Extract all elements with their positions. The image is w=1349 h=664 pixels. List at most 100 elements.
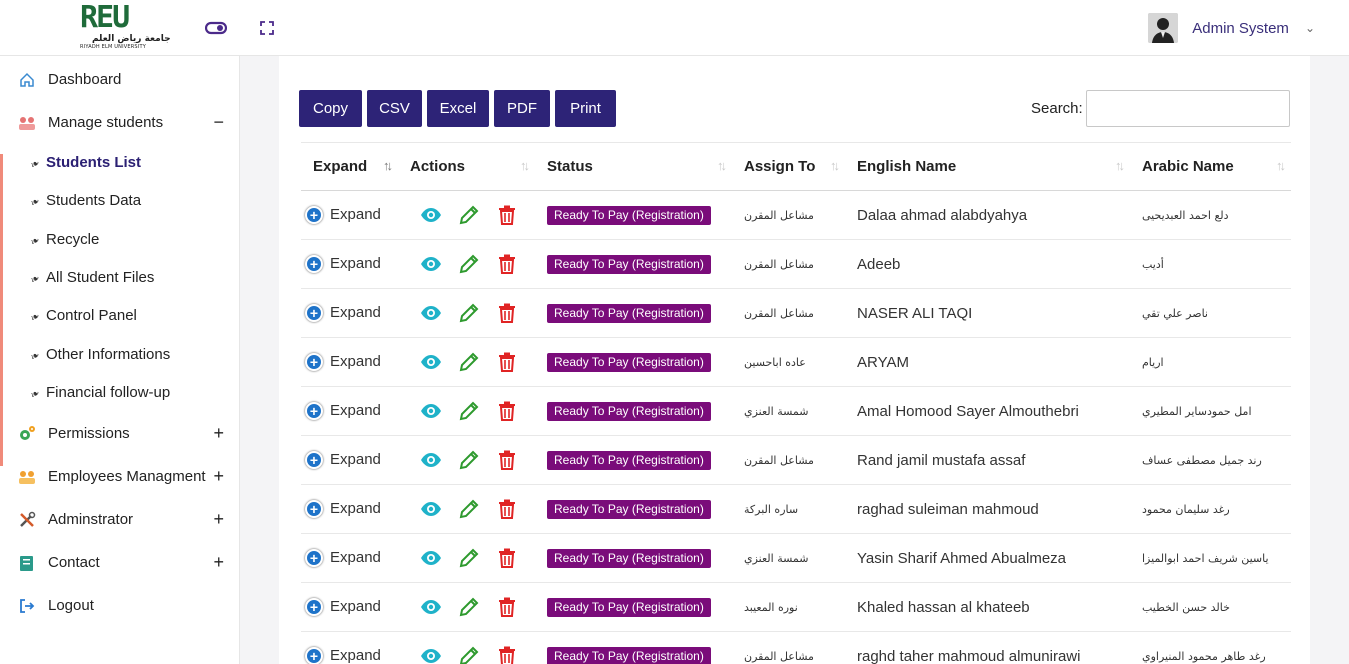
fullscreen-icon[interactable] (259, 20, 275, 36)
column-header-assign-to[interactable]: Assign To ↑↓ (732, 142, 845, 191)
edit-pencil-icon[interactable] (458, 547, 480, 569)
sidebar-subitem-control-panel[interactable]: ❧ Control Panel (28, 305, 137, 325)
delete-trash-icon[interactable] (496, 449, 518, 471)
sidebar-item-contact[interactable]: Contact + (0, 541, 240, 584)
view-eye-icon[interactable] (420, 302, 442, 324)
expand-plus-icon[interactable]: + (305, 255, 323, 274)
sidebar-subitem-recycle[interactable]: ❧ Recycle (28, 229, 100, 249)
sidebar-subitem-students-list[interactable]: ❧ Students List (28, 152, 141, 172)
view-eye-icon[interactable] (420, 204, 442, 226)
expand-cell[interactable]: + Expand (301, 288, 398, 338)
view-eye-icon[interactable] (420, 645, 442, 664)
sort-icon[interactable]: ↑↓ (520, 158, 530, 173)
csv-button[interactable]: CSV (367, 90, 422, 127)
expand-cell[interactable]: + Expand (301, 484, 398, 534)
table-row[interactable]: + Expand Ready To Pay (Registration) ساره… (301, 484, 1291, 534)
table-row[interactable]: + Expand Ready To Pay (Registration) مشاع… (301, 239, 1291, 289)
expand-plus-icon[interactable]: + (305, 451, 323, 470)
expand-cell[interactable]: + Expand (301, 533, 398, 583)
table-row[interactable]: + Expand Ready To Pay (Registration) مشاع… (301, 631, 1291, 664)
view-eye-icon[interactable] (420, 351, 442, 373)
collapse-icon[interactable]: − (213, 112, 224, 133)
delete-trash-icon[interactable] (496, 400, 518, 422)
delete-trash-icon[interactable] (496, 302, 518, 324)
expand-icon[interactable]: + (213, 466, 224, 487)
view-eye-icon[interactable] (420, 596, 442, 618)
edit-pencil-icon[interactable] (458, 204, 480, 226)
table-row[interactable]: + Expand Ready To Pay (Registration) نوره… (301, 582, 1291, 632)
search-input[interactable] (1086, 90, 1290, 127)
column-header-status[interactable]: Status ↑↓ (535, 142, 732, 191)
table-row[interactable]: + Expand Ready To Pay (Registration) شمسة… (301, 386, 1291, 436)
sidebar-subitem-students-data[interactable]: ❧ Students Data (28, 190, 141, 210)
column-header-expand[interactable]: Expand ↑↓ (301, 142, 398, 191)
expand-icon[interactable]: + (213, 509, 224, 530)
pdf-button[interactable]: PDF (494, 90, 550, 127)
sidebar-item-manage-students[interactable]: Manage students − (0, 101, 240, 144)
sidebar-item-permissions[interactable]: Permissions + (0, 412, 240, 455)
expand-plus-icon[interactable]: + (305, 500, 323, 519)
edit-pencil-icon[interactable] (458, 253, 480, 275)
table-row[interactable]: + Expand Ready To Pay (Registration) مشاع… (301, 190, 1291, 240)
sidebar-item-dashboard[interactable]: Dashboard (0, 58, 240, 101)
sort-icon[interactable]: ↑↓ (717, 158, 727, 173)
print-button[interactable]: Print (555, 90, 616, 127)
expand-cell[interactable]: + Expand (301, 631, 398, 664)
delete-trash-icon[interactable] (496, 253, 518, 275)
table-row[interactable]: + Expand Ready To Pay (Registration) مشاع… (301, 288, 1291, 338)
table-row[interactable]: + Expand Ready To Pay (Registration) مشاع… (301, 435, 1291, 485)
edit-pencil-icon[interactable] (458, 302, 480, 324)
expand-cell[interactable]: + Expand (301, 239, 398, 289)
column-header-arabic-name[interactable]: Arabic Name ↑↓ (1130, 142, 1291, 191)
column-header-actions[interactable]: Actions ↑↓ (398, 142, 535, 191)
excel-button[interactable]: Excel (427, 90, 489, 127)
expand-plus-icon[interactable]: + (305, 353, 323, 372)
expand-plus-icon[interactable]: + (305, 206, 323, 225)
edit-pencil-icon[interactable] (458, 400, 480, 422)
view-eye-icon[interactable] (420, 400, 442, 422)
expand-cell[interactable]: + Expand (301, 337, 398, 387)
table-row[interactable]: + Expand Ready To Pay (Registration) شمسة… (301, 533, 1291, 583)
expand-plus-icon[interactable]: + (305, 549, 323, 568)
view-eye-icon[interactable] (420, 547, 442, 569)
column-header-english-name[interactable]: English Name ↑↓ (845, 142, 1130, 191)
edit-pencil-icon[interactable] (458, 449, 480, 471)
toggle-icon[interactable] (205, 20, 227, 36)
sidebar-item-employees-managment[interactable]: Employees Managment + (0, 455, 240, 498)
expand-cell[interactable]: + Expand (301, 435, 398, 485)
edit-pencil-icon[interactable] (458, 596, 480, 618)
view-eye-icon[interactable] (420, 253, 442, 275)
delete-trash-icon[interactable] (496, 351, 518, 373)
sort-icon[interactable]: ↑↓ (1276, 158, 1286, 173)
expand-cell[interactable]: + Expand (301, 386, 398, 436)
delete-trash-icon[interactable] (496, 645, 518, 664)
sort-icon[interactable]: ↑↓ (830, 158, 840, 173)
expand-plus-icon[interactable]: + (305, 402, 323, 421)
expand-cell[interactable]: + Expand (301, 582, 398, 632)
view-eye-icon[interactable] (420, 498, 442, 520)
chevron-down-icon[interactable]: ⌄ (1305, 21, 1315, 35)
expand-plus-icon[interactable]: + (305, 598, 323, 617)
expand-icon[interactable]: + (213, 423, 224, 444)
sort-asc-icon[interactable]: ↑↓ (383, 158, 393, 173)
delete-trash-icon[interactable] (496, 596, 518, 618)
sidebar-item-logout[interactable]: Logout (0, 584, 240, 627)
delete-trash-icon[interactable] (496, 498, 518, 520)
copy-button[interactable]: Copy (299, 90, 362, 127)
table-row[interactable]: + Expand Ready To Pay (Registration) عاده… (301, 337, 1291, 387)
delete-trash-icon[interactable] (496, 547, 518, 569)
sort-icon[interactable]: ↑↓ (1115, 158, 1125, 173)
edit-pencil-icon[interactable] (458, 351, 480, 373)
user-menu[interactable]: Admin System ⌄ (1148, 12, 1315, 44)
sidebar-subitem-financial-follow-up[interactable]: ❧ Financial follow-up (28, 382, 170, 402)
edit-pencil-icon[interactable] (458, 645, 480, 664)
sidebar-item-adminstrator[interactable]: Adminstrator + (0, 498, 240, 541)
delete-trash-icon[interactable] (496, 204, 518, 226)
expand-cell[interactable]: + Expand (301, 190, 398, 240)
expand-icon[interactable]: + (213, 552, 224, 573)
expand-plus-icon[interactable]: + (305, 304, 323, 323)
sidebar-subitem-other-informations[interactable]: ❧ Other Informations (28, 344, 170, 364)
edit-pencil-icon[interactable] (458, 498, 480, 520)
sidebar-subitem-all-student-files[interactable]: ❧ All Student Files (28, 267, 155, 287)
university-logo[interactable]: REU جامعة رياض العلم RIYADH ELM UNIVERSI… (80, 2, 171, 51)
